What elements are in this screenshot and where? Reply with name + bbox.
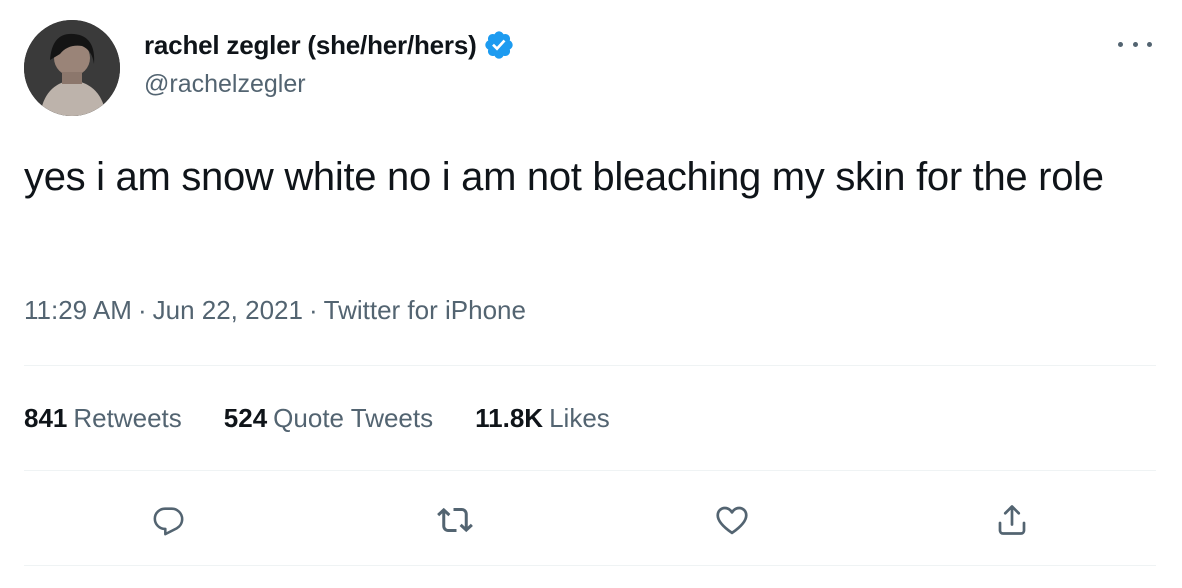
likes-count: 11.8K bbox=[475, 402, 544, 433]
like-button[interactable] bbox=[707, 495, 757, 545]
meta-separator: · bbox=[137, 295, 147, 325]
retweets-stat[interactable]: 841 Retweets bbox=[24, 403, 182, 434]
avatar-image bbox=[24, 20, 120, 116]
likes-label: Likes bbox=[549, 402, 610, 433]
tweet-time[interactable]: 11:29 AM bbox=[24, 295, 132, 325]
share-button[interactable] bbox=[987, 495, 1037, 545]
retweet-icon bbox=[437, 507, 473, 533]
tweet-source[interactable]: Twitter for iPhone bbox=[324, 295, 526, 325]
verified-badge-icon bbox=[483, 29, 515, 61]
retweet-button[interactable] bbox=[430, 495, 480, 545]
meta-separator: · bbox=[308, 295, 318, 325]
tweet-actions bbox=[24, 495, 1156, 545]
author-name-row: rachel zegler (she/her/hers) bbox=[144, 26, 515, 64]
tweet-date[interactable]: Jun 22, 2021 bbox=[153, 295, 303, 325]
reply-button[interactable] bbox=[144, 495, 194, 545]
tweet-text: yes i am snow white no i am not bleachin… bbox=[24, 155, 1104, 199]
retweets-count: 841 bbox=[24, 402, 68, 433]
tweet-stats: 841 Retweets 524 Quote Tweets 11.8K Likes bbox=[24, 398, 652, 438]
quote-tweets-stat[interactable]: 524 Quote Tweets bbox=[224, 403, 433, 434]
tweet-meta: 11:29 AM · Jun 22, 2021 · Twitter for iPhone bbox=[24, 295, 526, 326]
more-options-icon[interactable] bbox=[1118, 34, 1152, 54]
quote-tweets-label: Quote Tweets bbox=[273, 402, 434, 433]
tweet-card: rachel zegler (she/her/hers) @rachelzegl… bbox=[0, 0, 1182, 588]
likes-stat[interactable]: 11.8K Likes bbox=[475, 403, 610, 434]
retweets-label: Retweets bbox=[73, 402, 182, 433]
reply-icon bbox=[153, 507, 184, 536]
author-display-name[interactable]: rachel zegler (she/her/hers) bbox=[144, 30, 477, 61]
share-icon bbox=[998, 505, 1026, 535]
divider bbox=[24, 565, 1156, 566]
heart-icon bbox=[716, 506, 748, 535]
divider bbox=[24, 365, 1156, 366]
author-handle[interactable]: @rachelzegler bbox=[144, 70, 306, 99]
quote-tweets-count: 524 bbox=[223, 402, 268, 433]
avatar[interactable] bbox=[24, 20, 120, 116]
divider bbox=[24, 470, 1156, 471]
